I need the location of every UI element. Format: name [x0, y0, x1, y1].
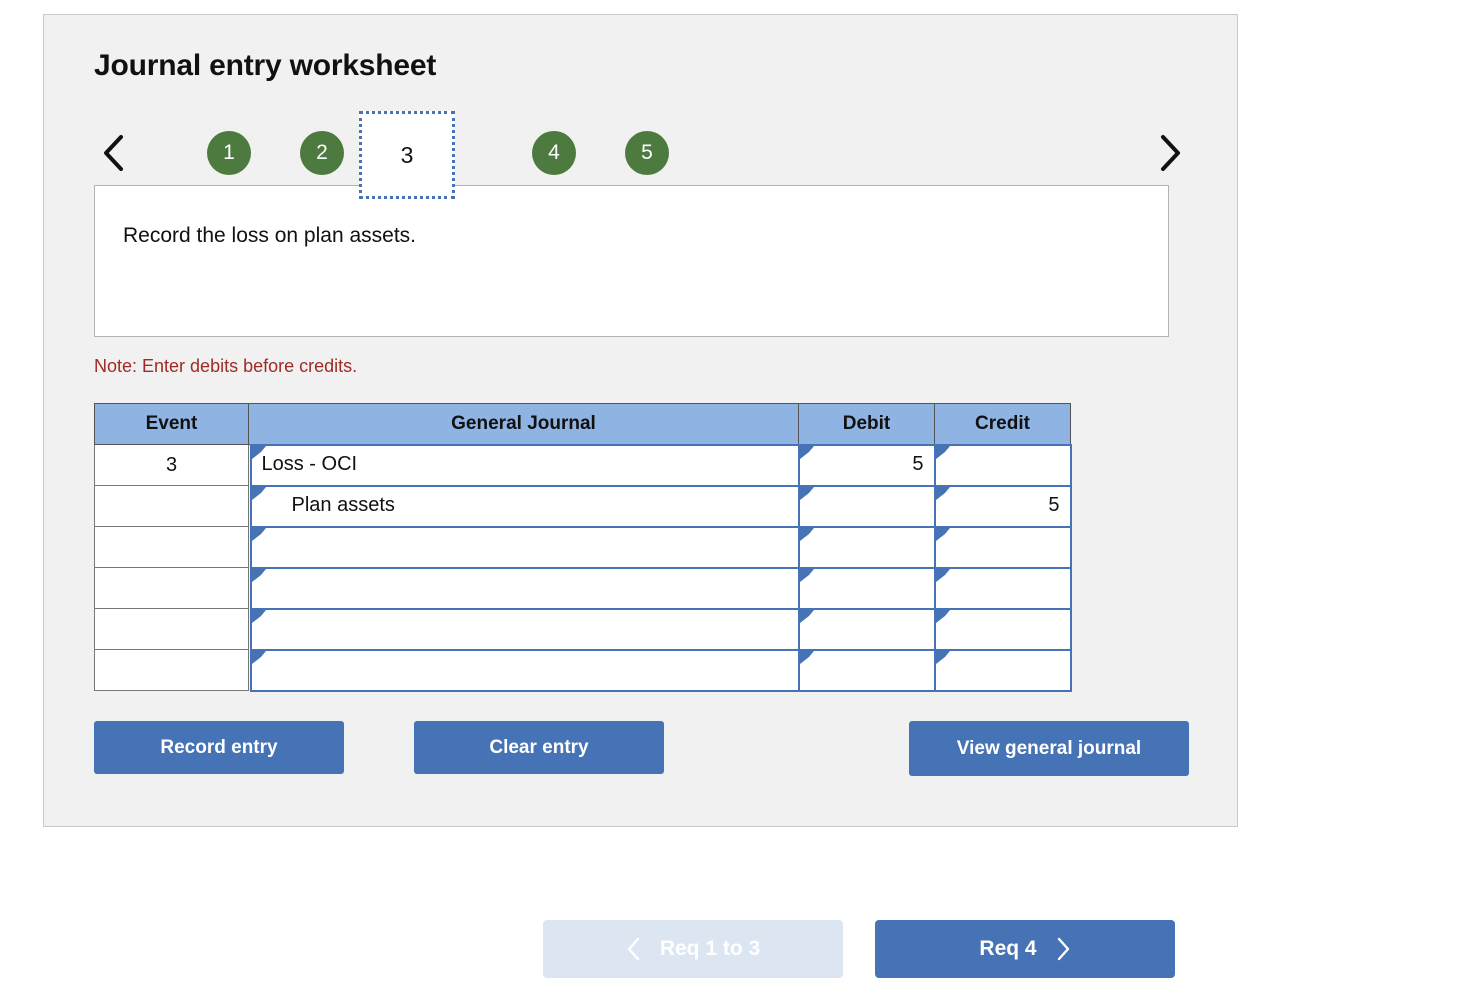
- event-cell: [94, 649, 249, 691]
- debit-input-cell[interactable]: [797, 648, 936, 692]
- debit-input-cell[interactable]: [797, 566, 936, 610]
- cell-corner-marker-icon: [935, 527, 950, 541]
- cell-corner-marker-icon: [799, 650, 814, 664]
- transaction-prompt-text: Record the loss on plan assets.: [123, 224, 416, 247]
- credit-value: [936, 569, 1070, 608]
- account-input-cell[interactable]: [249, 648, 800, 692]
- cell-corner-marker-icon: [251, 568, 266, 582]
- chevron-left-icon[interactable]: [94, 129, 134, 177]
- table-header-row: Event General Journal Debit Credit: [94, 403, 1071, 445]
- table-row: [94, 648, 1072, 692]
- column-header-event: Event: [94, 403, 249, 445]
- worksheet-tab-4[interactable]: 4: [532, 131, 576, 175]
- credit-input-cell[interactable]: [933, 648, 1072, 692]
- credit-input-cell[interactable]: [933, 443, 1072, 487]
- account-input-cell[interactable]: Loss - OCI: [249, 443, 800, 487]
- account-value: Loss - OCI: [261, 452, 358, 475]
- worksheet-tab-2[interactable]: 2: [300, 131, 344, 175]
- cell-corner-marker-icon: [251, 609, 266, 623]
- debit-value: [800, 610, 934, 649]
- cell-corner-marker-icon: [251, 650, 266, 664]
- debit-input-cell[interactable]: 5: [797, 443, 936, 487]
- column-header-general-journal: General Journal: [248, 403, 799, 445]
- requirement-navigation: Req 1 to 3 Req 4: [0, 920, 1474, 982]
- clear-entry-button[interactable]: Clear entry: [414, 721, 664, 774]
- event-cell: [94, 485, 249, 527]
- account-value: [252, 528, 798, 567]
- column-header-credit: Credit: [934, 403, 1071, 445]
- table-row: [94, 525, 1072, 569]
- page-title: Journal entry worksheet: [94, 49, 437, 82]
- cell-corner-marker-icon: [799, 568, 814, 582]
- account-input-cell[interactable]: [249, 607, 800, 651]
- credit-value: [936, 651, 1070, 690]
- worksheet-tab-1-label: 1: [223, 141, 235, 164]
- credit-input-cell[interactable]: [933, 566, 1072, 610]
- event-cell: [94, 608, 249, 650]
- worksheet-tab-2-label: 2: [316, 141, 328, 164]
- table-row: Plan assets 5: [94, 484, 1072, 528]
- debit-input-cell[interactable]: [797, 607, 936, 651]
- chevron-right-icon: [1055, 936, 1071, 962]
- record-entry-button[interactable]: Record entry: [94, 721, 344, 774]
- credit-input-cell[interactable]: 5: [933, 484, 1072, 528]
- worksheet-tab-1[interactable]: 1: [207, 131, 251, 175]
- view-general-journal-button[interactable]: View general journal: [909, 721, 1189, 776]
- table-row: [94, 566, 1072, 610]
- cell-corner-marker-icon: [251, 486, 266, 500]
- debit-input-cell[interactable]: [797, 525, 936, 569]
- cell-corner-marker-icon: [799, 445, 814, 459]
- credit-input-cell[interactable]: [933, 525, 1072, 569]
- credit-value: 5: [1048, 493, 1060, 516]
- column-header-debit: Debit: [798, 403, 935, 445]
- event-cell: 3: [94, 444, 249, 486]
- credit-input-cell[interactable]: [933, 607, 1072, 651]
- account-value: Plan assets: [291, 493, 395, 516]
- credit-value: [936, 610, 1070, 649]
- req-4-label: Req 4: [979, 937, 1037, 960]
- account-value: [252, 651, 798, 690]
- chevron-right-icon[interactable]: [1149, 129, 1189, 177]
- debit-value: [800, 487, 934, 526]
- account-value: [252, 610, 798, 649]
- debit-value: [800, 651, 934, 690]
- debits-before-credits-note: Note: Enter debits before credits.: [94, 356, 358, 376]
- cell-corner-marker-icon: [935, 568, 950, 582]
- account-input-cell[interactable]: [249, 525, 800, 569]
- cell-corner-marker-icon: [799, 527, 814, 541]
- journal-entry-worksheet-card: Journal entry worksheet 1 2 3 4 5 Record…: [43, 14, 1238, 827]
- event-cell: [94, 567, 249, 609]
- account-input-cell[interactable]: Plan assets: [249, 484, 800, 528]
- debit-input-cell[interactable]: [797, 484, 936, 528]
- worksheet-tab-5-label: 5: [641, 141, 653, 164]
- credit-value: [936, 528, 1070, 567]
- cell-corner-marker-icon: [935, 486, 950, 500]
- worksheet-tab-3-label: 3: [400, 141, 414, 168]
- worksheet-tab-3-active[interactable]: 3: [359, 111, 455, 199]
- transaction-prompt-box: Record the loss on plan assets.: [94, 185, 1169, 337]
- worksheet-tab-5[interactable]: 5: [625, 131, 669, 175]
- cell-corner-marker-icon: [935, 650, 950, 664]
- debit-value: 5: [912, 452, 924, 475]
- account-value: [252, 569, 798, 608]
- journal-entry-table: Event General Journal Debit Credit 3 Los…: [94, 403, 1072, 692]
- event-cell: [94, 526, 249, 568]
- chevron-left-icon: [626, 936, 642, 962]
- debit-value: [800, 569, 934, 608]
- req-4-button[interactable]: Req 4: [875, 920, 1175, 978]
- req-1-to-3-label: Req 1 to 3: [659, 937, 761, 960]
- cell-corner-marker-icon: [251, 445, 266, 459]
- account-input-cell[interactable]: [249, 566, 800, 610]
- worksheet-tab-4-label: 4: [548, 141, 560, 164]
- table-row: 3 Loss - OCI 5: [94, 443, 1072, 487]
- cell-corner-marker-icon: [251, 527, 266, 541]
- req-1-to-3-button[interactable]: Req 1 to 3: [543, 920, 843, 978]
- cell-corner-marker-icon: [799, 486, 814, 500]
- cell-corner-marker-icon: [935, 609, 950, 623]
- cell-corner-marker-icon: [799, 609, 814, 623]
- table-row: [94, 607, 1072, 651]
- debit-value: [800, 528, 934, 567]
- cell-corner-marker-icon: [935, 445, 950, 459]
- credit-value: [936, 446, 1070, 485]
